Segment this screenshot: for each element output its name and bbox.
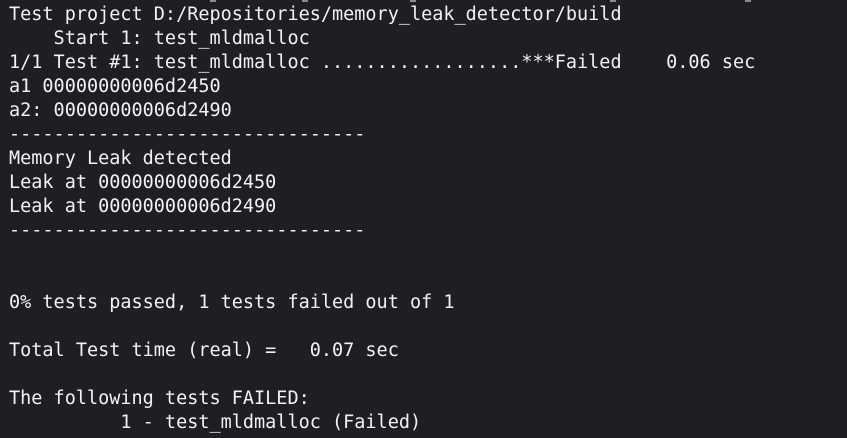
- output-line-blank: [9, 315, 847, 339]
- output-line-start-test: Start 1: test_mldmalloc: [9, 28, 310, 49]
- output-line-leak-detected: Memory Leak detected: [9, 148, 232, 169]
- output-line-test-project: Test project D:/Repositories/memory_leak…: [9, 4, 622, 25]
- output-line-blank: [9, 363, 847, 387]
- output-line-separator: --------------------------------: [9, 124, 366, 145]
- output-line-failed-test: 1 - test_mldmalloc (Failed): [9, 412, 422, 433]
- output-line-leak-2: Leak at 00000000006d2490: [9, 196, 277, 217]
- output-line-total-time: Total Test time (real) = 0.07 sec: [9, 340, 399, 361]
- output-line-a2-address: a2: 00000000006d2490: [9, 100, 232, 121]
- output-line-test-result: 1/1 Test #1: test_mldmalloc ............…: [9, 52, 756, 73]
- output-line-summary: 0% tests passed, 1 tests failed out of 1: [9, 292, 455, 313]
- output-line-leak-1: Leak at 00000000006d2450: [9, 172, 277, 193]
- output-line-separator: --------------------------------: [9, 220, 366, 241]
- output-line-failed-header: The following tests FAILED:: [9, 388, 310, 409]
- output-line-blank: [9, 243, 847, 267]
- terminal-window[interactable]: Test project D:/Repositories/memory_leak…: [0, 0, 847, 438]
- output-line-blank: [9, 267, 847, 291]
- scrolled-text-remnant: [0, 0, 847, 3]
- output-line-a1-address: a1 00000000006d2450: [9, 76, 221, 97]
